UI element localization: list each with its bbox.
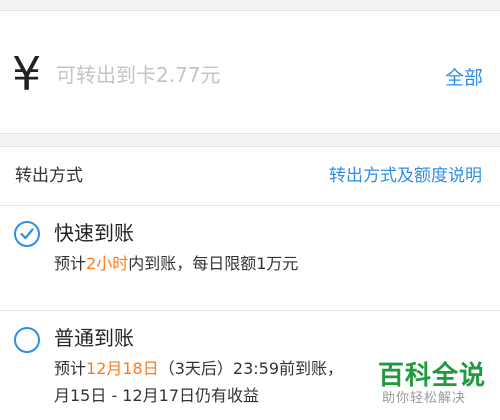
option-description: 预计2小时内到账，每日限额1万元 (54, 253, 298, 275)
radio-checked-icon[interactable] (14, 221, 40, 247)
desc-suffix: （3天后）23:59前到账， (158, 359, 344, 378)
withdraw-page: ¥ 全部 转出方式 转出方式及额度说明 快速到账 预计2小时内到账，每日限额1万… (0, 0, 500, 420)
option-title: 快速到账 (54, 221, 134, 245)
yen-icon: ¥ (12, 47, 42, 101)
option-description: 预计12月18日（3天后）23:59前到账， (54, 358, 343, 380)
method-header-title: 转出方式 (15, 166, 83, 186)
arrival-date-highlight: 12月18日 (86, 359, 159, 378)
desc-suffix: 内到账，每日限额1万元 (128, 254, 299, 273)
desc-prefix: 预计 (54, 254, 87, 273)
arrival-time-highlight: 2小时 (86, 254, 129, 273)
watermark-logo: 百科全说 助你轻松解决 (374, 360, 490, 410)
amount-input[interactable] (56, 59, 416, 91)
option-description-line2: 月15日 - 12月17日仍有收益 (54, 386, 260, 405)
method-info-link[interactable]: 转出方式及额度说明 (329, 164, 482, 188)
check-icon (20, 228, 34, 240)
option-fast-arrival[interactable]: 快速到账 预计2小时内到账，每日限额1万元 (0, 206, 500, 310)
desc-prefix: 预计 (54, 359, 87, 378)
option-title: 普通到账 (54, 326, 134, 350)
method-header: 转出方式 转出方式及额度说明 (0, 147, 500, 205)
amount-card: ¥ 全部 (0, 10, 500, 134)
radio-unchecked-icon[interactable] (14, 327, 40, 353)
watermark-title: 百科全说 (378, 361, 487, 391)
watermark-subtitle: 助你轻松解决 (382, 391, 467, 406)
withdraw-all-button[interactable]: 全部 (445, 66, 483, 90)
